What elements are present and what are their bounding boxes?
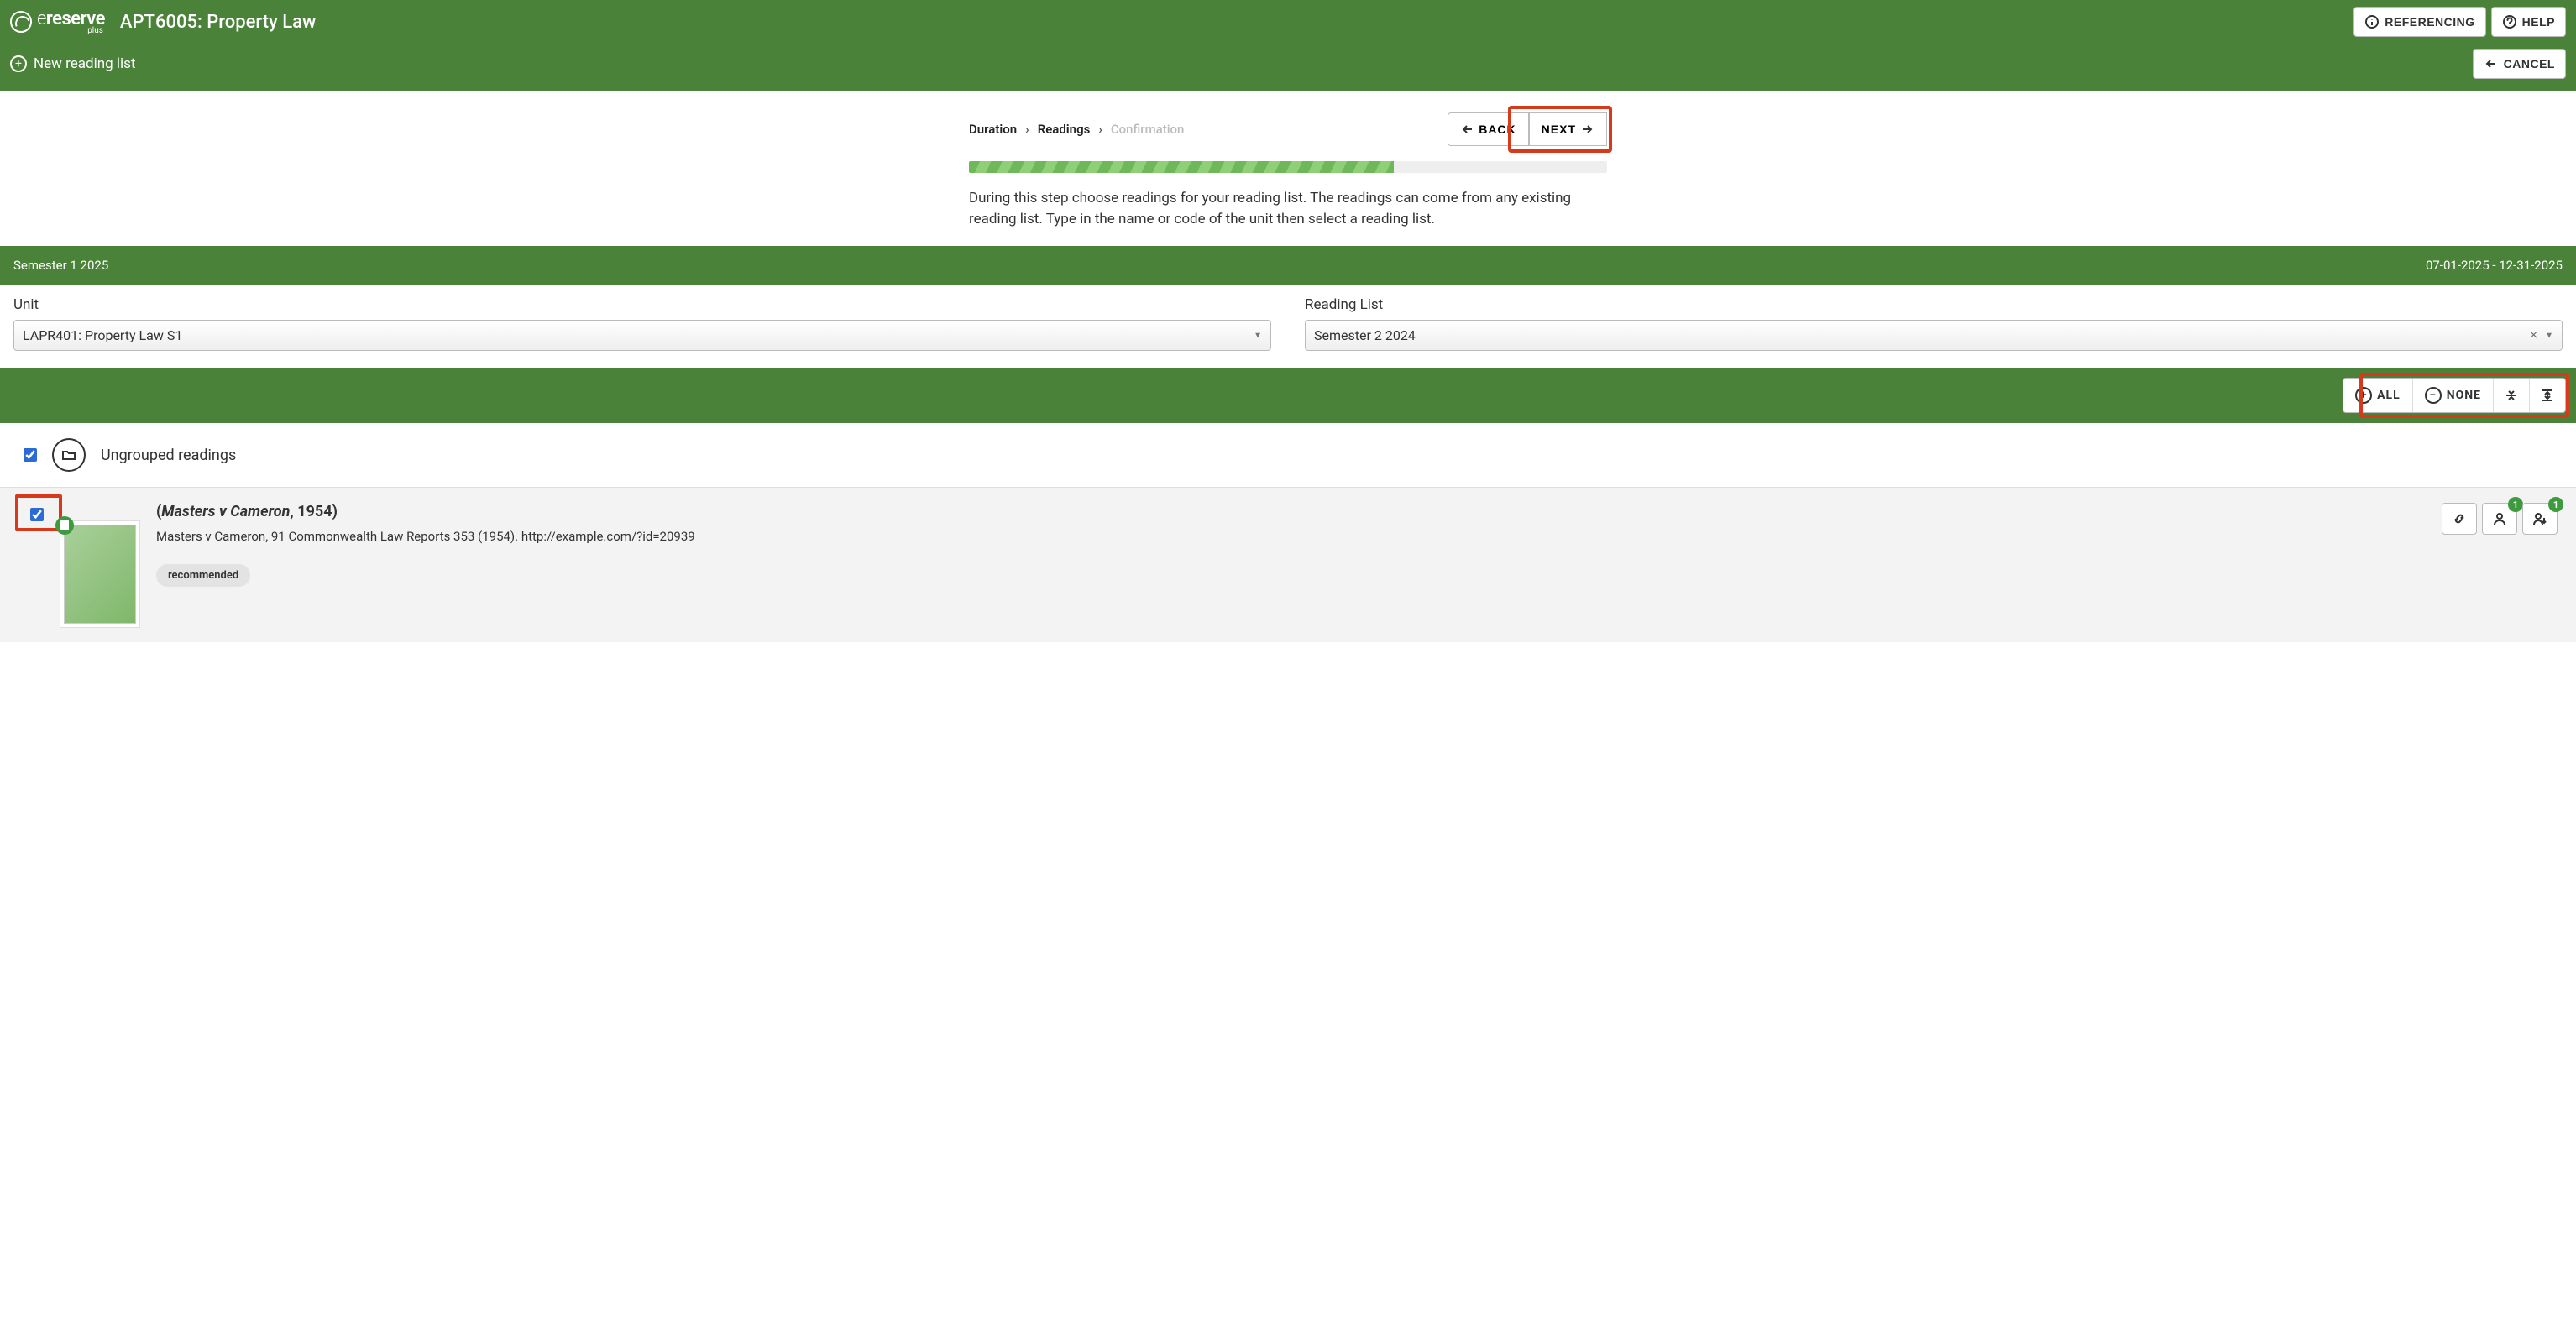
reading-checkbox[interactable] xyxy=(30,508,44,521)
semester-label: Semester 1 2025 xyxy=(13,258,108,273)
semester-bar: Semester 1 2025 07-01-2025 - 12-31-2025 xyxy=(0,246,2576,285)
group-header: Ungrouped readings xyxy=(0,423,2576,487)
selectors-row: Unit LAPR401: Property Law S1 ▼ Reading … xyxy=(0,285,2576,368)
wizard-steps: Duration › Readings › Confirmation xyxy=(969,122,1184,137)
referencing-button[interactable]: REFERENCING xyxy=(2353,7,2485,37)
arrow-left-icon xyxy=(1460,122,1475,137)
minus-circle-icon: − xyxy=(2425,387,2442,404)
chevron-right-icon: › xyxy=(1025,122,1029,137)
collapse-all-button[interactable] xyxy=(2493,379,2529,412)
reading-tag: recommended xyxy=(156,564,250,587)
step-duration[interactable]: Duration xyxy=(969,122,1017,137)
step-confirmation: Confirmation xyxy=(1111,122,1185,137)
reading-item: (Masters v Cameron, 1954) Masters v Came… xyxy=(0,487,2576,642)
selection-toolbar: + ALL − NONE xyxy=(0,368,2576,423)
plus-circle-icon: + xyxy=(10,55,27,72)
person-icon xyxy=(2492,511,2507,526)
semester-dates: 07-01-2025 - 12-31-2025 xyxy=(2426,258,2563,273)
page-title: APT6005: Property Law xyxy=(120,12,316,33)
person-download-icon xyxy=(2532,511,2547,526)
logo-swirl-icon xyxy=(10,11,32,33)
link-button[interactable] xyxy=(2442,503,2477,535)
unit-label: Unit xyxy=(13,296,1271,313)
wizard: Duration › Readings › Confirmation BACK … xyxy=(961,112,1615,229)
reading-list-select[interactable]: Semester 2 2024 ✕ ▼ xyxy=(1305,320,2563,351)
reading-citation: Masters v Cameron, 91 Commonwealth Law R… xyxy=(156,529,2422,544)
new-reading-list-link[interactable]: + New reading list xyxy=(10,55,135,72)
unit-select[interactable]: LAPR401: Property Law S1 ▼ xyxy=(13,320,1271,351)
count-badge: 1 xyxy=(2548,497,2563,512)
chevron-down-icon: ▼ xyxy=(2545,331,2553,340)
app-header: eereservereserve plus APT6005: Property … xyxy=(0,0,2576,91)
person-button[interactable]: 1 xyxy=(2482,503,2517,535)
progress-bar xyxy=(969,161,1607,173)
help-button[interactable]: HELP xyxy=(2491,7,2566,37)
help-icon xyxy=(2502,14,2517,29)
group-title: Ungrouped readings xyxy=(101,447,236,464)
reading-list-label: Reading List xyxy=(1305,296,2563,313)
arrow-left-icon xyxy=(2484,56,2499,71)
back-button[interactable]: BACK xyxy=(1448,112,1528,146)
select-none-button[interactable]: − NONE xyxy=(2412,379,2493,412)
person-download-button[interactable]: 1 xyxy=(2522,503,2558,535)
cancel-button[interactable]: CANCEL xyxy=(2473,49,2566,79)
reading-title[interactable]: (Masters v Cameron, 1954) xyxy=(156,503,2422,520)
chevron-right-icon: › xyxy=(1098,122,1102,137)
group-checkbox[interactable] xyxy=(24,448,37,462)
plus-circle-icon: + xyxy=(2355,387,2372,404)
info-quote-icon xyxy=(2364,14,2380,29)
brand-logo: eereservereserve plus xyxy=(10,8,105,35)
count-badge: 1 xyxy=(2508,497,2523,512)
collapse-icon xyxy=(2504,388,2519,403)
folder-icon[interactable] xyxy=(52,438,86,472)
clear-icon[interactable]: ✕ xyxy=(2529,329,2538,342)
expand-all-button[interactable] xyxy=(2529,379,2565,412)
next-button[interactable]: NEXT xyxy=(1529,112,1607,146)
select-all-button[interactable]: + ALL xyxy=(2343,379,2412,412)
progress-fill xyxy=(969,161,1394,173)
reading-thumbnail[interactable] xyxy=(64,525,136,624)
chevron-down-icon: ▼ xyxy=(1254,331,1262,340)
arrow-right-icon xyxy=(1579,122,1594,137)
step-readings[interactable]: Readings xyxy=(1038,122,1091,137)
expand-icon xyxy=(2540,388,2555,403)
step-description: During this step choose readings for you… xyxy=(969,188,1607,229)
link-icon xyxy=(2452,511,2467,526)
